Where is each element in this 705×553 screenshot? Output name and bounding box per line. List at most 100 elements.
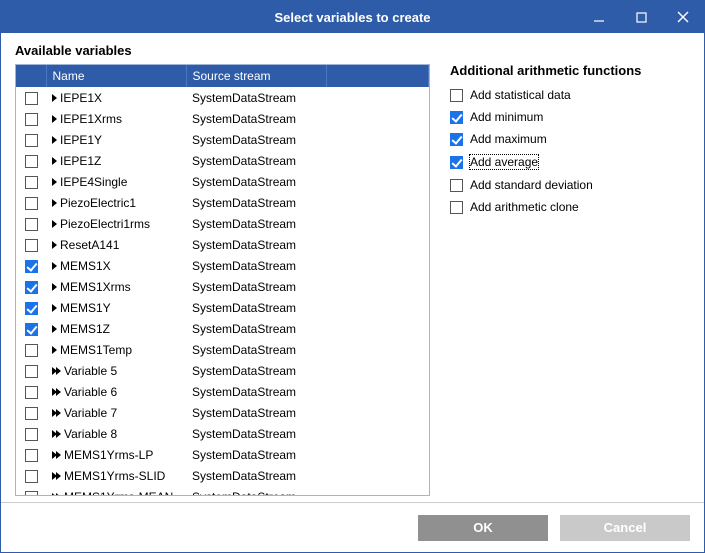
table-row[interactable]: Variable 8SystemDataStream <box>16 423 429 444</box>
table-row[interactable]: Variable 5SystemDataStream <box>16 360 429 381</box>
row-checkbox[interactable] <box>25 344 38 357</box>
function-row[interactable]: Add standard deviation <box>450 178 690 192</box>
table-row[interactable]: IEPE1YSystemDataStream <box>16 129 429 150</box>
row-checkbox[interactable] <box>25 281 38 294</box>
col-extra[interactable] <box>326 65 429 87</box>
expand-icon[interactable] <box>52 493 60 496</box>
expand-icon[interactable] <box>52 241 56 249</box>
expand-icon[interactable] <box>52 262 56 270</box>
row-checkbox[interactable] <box>25 239 38 252</box>
col-name[interactable]: Name <box>46 65 186 87</box>
expand-icon[interactable] <box>52 157 56 165</box>
table-row[interactable]: MEMS1Yrms-SLIDSystemDataStream <box>16 465 429 486</box>
expand-icon[interactable] <box>52 136 56 144</box>
function-row[interactable]: Add average <box>450 154 690 170</box>
expand-icon[interactable] <box>52 94 56 102</box>
col-checkbox[interactable] <box>16 65 46 87</box>
function-checkbox[interactable] <box>450 133 463 146</box>
row-checkbox[interactable] <box>25 155 38 168</box>
table-row[interactable]: IEPE1XrmsSystemDataStream <box>16 108 429 129</box>
row-name-cell: Variable 5 <box>52 364 180 378</box>
expand-icon[interactable] <box>52 304 56 312</box>
table-row[interactable]: PiezoElectri1rmsSystemDataStream <box>16 213 429 234</box>
function-checkbox[interactable] <box>450 179 463 192</box>
row-name: MEMS1Y <box>60 301 111 315</box>
function-checkbox[interactable] <box>450 201 463 214</box>
table-row[interactable]: MEMS1YSystemDataStream <box>16 297 429 318</box>
minimize-button[interactable] <box>578 1 620 33</box>
table-row[interactable]: MEMS1TempSystemDataStream <box>16 339 429 360</box>
expand-icon[interactable] <box>52 430 60 438</box>
row-name: Variable 7 <box>64 406 117 420</box>
row-checkbox[interactable] <box>25 386 38 399</box>
row-checkbox[interactable] <box>25 260 38 273</box>
row-name: IEPE1Z <box>60 154 101 168</box>
row-checkbox[interactable] <box>25 176 38 189</box>
row-source: SystemDataStream <box>186 402 326 423</box>
expand-icon[interactable] <box>52 220 56 228</box>
row-name: MEMS1Yrms-SLID <box>64 469 165 483</box>
function-checkbox[interactable] <box>450 156 463 169</box>
row-checkbox[interactable] <box>25 218 38 231</box>
table-row[interactable]: IEPE1XSystemDataStream <box>16 87 429 108</box>
variables-grid-body[interactable]: Name Source stream IEPE1XSystemDataStrea… <box>16 65 429 495</box>
expand-icon[interactable] <box>52 388 60 396</box>
row-checkbox[interactable] <box>25 197 38 210</box>
table-row[interactable]: IEPE1Z SystemDataStream <box>16 150 429 171</box>
titlebar: Select variables to create <box>1 1 704 33</box>
row-checkbox[interactable] <box>25 407 38 420</box>
function-label: Add standard deviation <box>469 178 594 192</box>
function-row[interactable]: Add minimum <box>450 110 690 124</box>
expand-icon[interactable] <box>52 115 56 123</box>
table-row[interactable]: PiezoElectric1SystemDataStream <box>16 192 429 213</box>
row-name-cell: PiezoElectric1 <box>52 196 180 210</box>
close-button[interactable] <box>662 1 704 33</box>
expand-icon[interactable] <box>52 409 60 417</box>
row-checkbox[interactable] <box>25 365 38 378</box>
row-name-cell: MEMS1X <box>52 259 180 273</box>
table-row[interactable]: MEMS1XrmsSystemDataStream <box>16 276 429 297</box>
table-row[interactable]: Variable 7 SystemDataStream <box>16 402 429 423</box>
expand-icon[interactable] <box>52 346 56 354</box>
row-checkbox[interactable] <box>25 449 38 462</box>
row-source: SystemDataStream <box>186 423 326 444</box>
row-checkbox[interactable] <box>25 491 38 495</box>
table-row[interactable]: MEMS1XSystemDataStream <box>16 255 429 276</box>
table-row[interactable]: ResetA141SystemDataStream <box>16 234 429 255</box>
expand-icon[interactable] <box>52 472 60 480</box>
function-row[interactable]: Add statistical data <box>450 88 690 102</box>
right-pane: Additional arithmetic functions Add stat… <box>450 43 690 496</box>
row-source: SystemDataStream <box>186 150 326 171</box>
expand-icon[interactable] <box>52 367 60 375</box>
function-checkbox[interactable] <box>450 89 463 102</box>
row-checkbox[interactable] <box>25 134 38 147</box>
table-row[interactable]: IEPE4SingleSystemDataStream <box>16 171 429 192</box>
row-name-cell: IEPE1X <box>52 91 180 105</box>
row-checkbox[interactable] <box>25 323 38 336</box>
function-row[interactable]: Add arithmetic clone <box>450 200 690 214</box>
variables-table: Name Source stream IEPE1XSystemDataStrea… <box>16 65 429 495</box>
expand-icon[interactable] <box>52 199 56 207</box>
cancel-button[interactable]: Cancel <box>560 515 690 541</box>
table-row[interactable]: Variable 6SystemDataStream <box>16 381 429 402</box>
expand-icon[interactable] <box>52 325 56 333</box>
row-checkbox[interactable] <box>25 470 38 483</box>
expand-icon[interactable] <box>52 283 56 291</box>
table-row[interactable]: MEMS1ZSystemDataStream <box>16 318 429 339</box>
function-row[interactable]: Add maximum <box>450 132 690 146</box>
expand-icon[interactable] <box>52 178 56 186</box>
row-checkbox[interactable] <box>25 92 38 105</box>
table-row[interactable]: MEMS1Yrms-MEANSystemDataStream <box>16 486 429 495</box>
expand-icon[interactable] <box>52 451 60 459</box>
row-checkbox[interactable] <box>25 113 38 126</box>
function-label: Add statistical data <box>469 88 572 102</box>
function-checkbox[interactable] <box>450 111 463 124</box>
maximize-button[interactable] <box>620 1 662 33</box>
ok-button[interactable]: OK <box>418 515 548 541</box>
col-source[interactable]: Source stream <box>186 65 326 87</box>
row-source: SystemDataStream <box>186 108 326 129</box>
row-checkbox[interactable] <box>25 302 38 315</box>
row-checkbox[interactable] <box>25 428 38 441</box>
content-area: Available variables Name Source stream I… <box>1 33 704 502</box>
table-row[interactable]: MEMS1Yrms-LPSystemDataStream <box>16 444 429 465</box>
